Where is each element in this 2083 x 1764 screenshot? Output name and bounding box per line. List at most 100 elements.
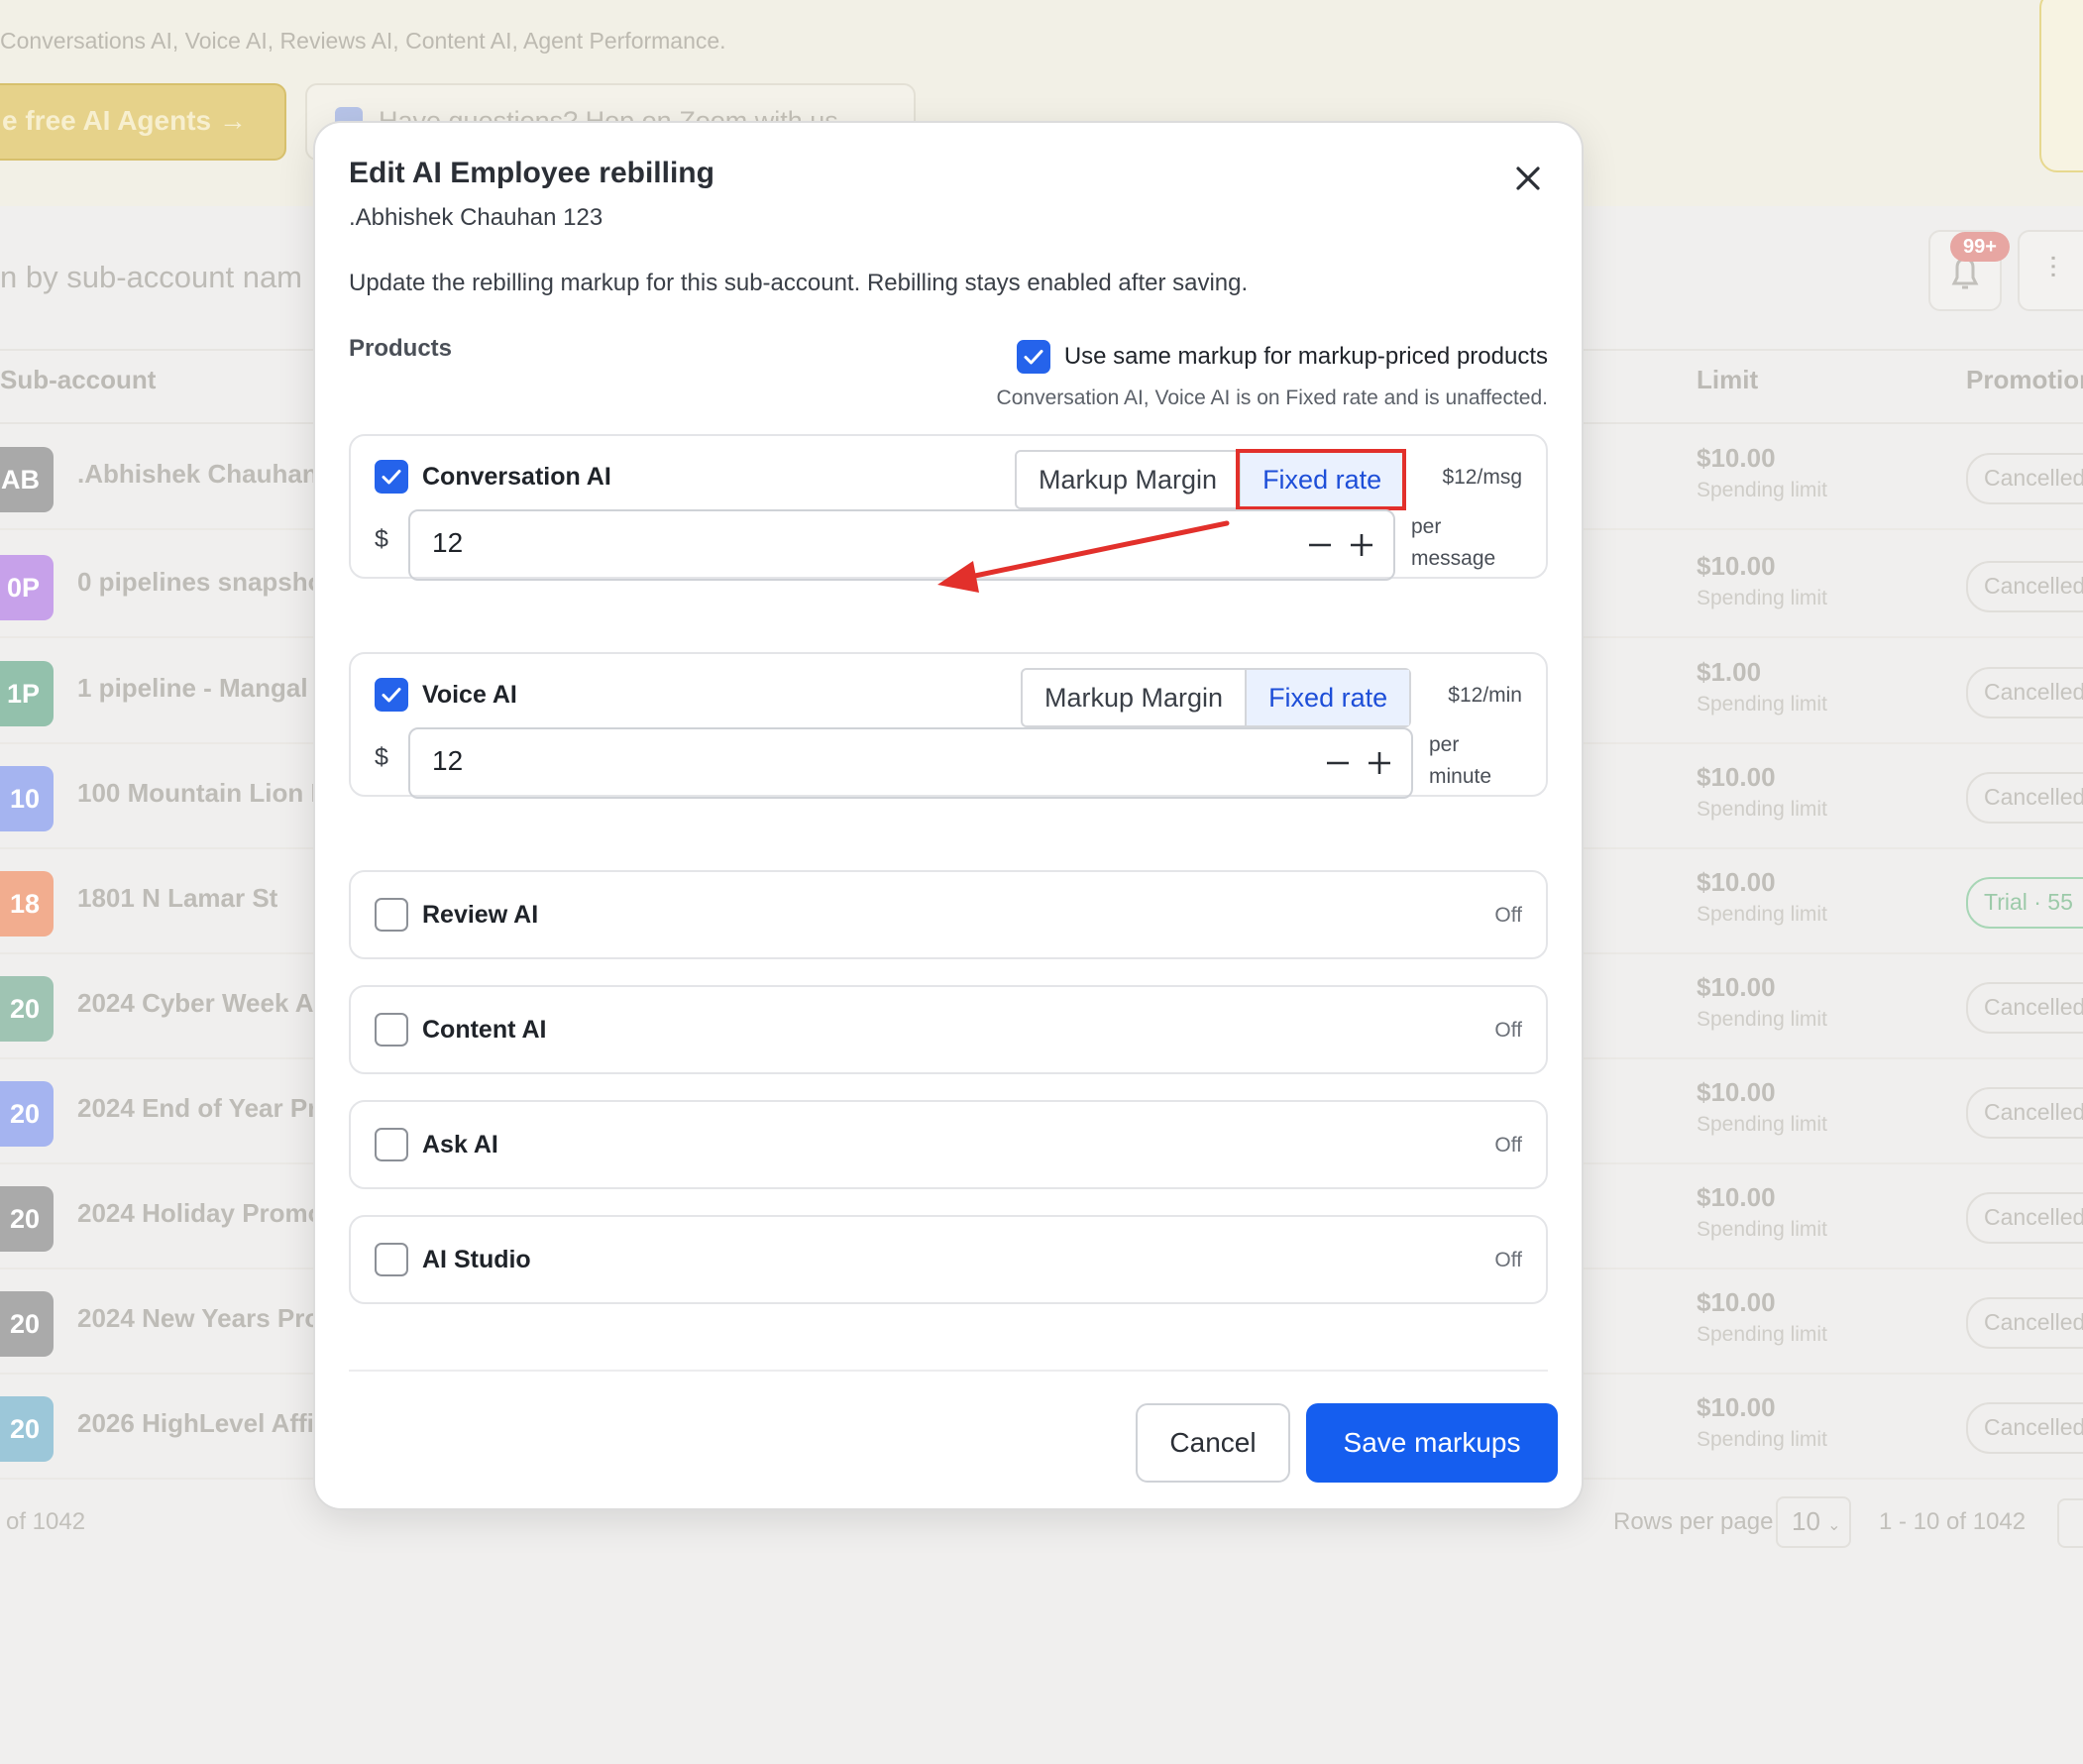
- unit-line-per: per: [1411, 515, 1442, 538]
- unit-label-conversation-ai: per message: [1411, 511, 1495, 575]
- subaccount-name[interactable]: .Abhishek Chauhan 1: [77, 459, 339, 490]
- modal-title: Edit AI Employee rebilling: [349, 157, 714, 189]
- same-markup-label: Use same markup for markup-priced produc…: [1063, 343, 1548, 370]
- product-card-ai-studio: AI Studio Off: [349, 1215, 1548, 1304]
- rows-per-page-select[interactable]: 10 ⌄: [1776, 1496, 1851, 1548]
- currency-symbol: $: [375, 525, 388, 553]
- page-range: 1 - 10 of 1042: [1879, 1508, 2027, 1535]
- product-status-ai-studio: Off: [1494, 1249, 1522, 1271]
- limit-caption: Spending limit: [1697, 479, 1827, 501]
- chevron-down-icon: ⌄: [1827, 1517, 1841, 1534]
- limit-value: $10.00: [1697, 551, 1776, 581]
- limit-caption: Spending limit: [1697, 798, 1827, 821]
- table-count: of 1042: [6, 1508, 86, 1535]
- product-label-ask-ai: Ask AI: [422, 1130, 498, 1158]
- save-markups-button[interactable]: Save markups: [1306, 1403, 1558, 1483]
- mode-markup-margin[interactable]: Markup Margin: [1017, 452, 1239, 507]
- product-label-voice-ai: Voice AI: [422, 680, 517, 709]
- subaccount-name[interactable]: 2024 Cyber Week AI: [77, 988, 321, 1019]
- plus-icon[interactable]: [1346, 529, 1377, 561]
- limit-value: $10.00: [1697, 443, 1776, 473]
- avatar: 1P: [0, 661, 54, 726]
- subaccount-name[interactable]: 2024 Holiday Promo: [77, 1198, 324, 1229]
- limit-caption: Spending limit: [1697, 1008, 1827, 1031]
- subaccount-name[interactable]: 2024 End of Year Pr: [77, 1093, 317, 1124]
- product-checkbox-ask-ai[interactable]: [375, 1128, 408, 1161]
- product-checkbox-conversation-ai[interactable]: [375, 460, 408, 494]
- modal-description: Update the rebilling markup for this sub…: [349, 270, 1249, 296]
- limit-value: $10.00: [1697, 1287, 1776, 1317]
- modal-subaccount-name: .Abhishek Chauhan 123: [349, 204, 603, 231]
- search-input[interactable]: n by sub-account nam: [0, 260, 302, 295]
- notification-badge: 99+: [1950, 232, 2010, 262]
- subaccount-name[interactable]: 2026 HighLevel Affil: [77, 1408, 321, 1439]
- check-icon: [382, 688, 401, 703]
- unit-line-per: per: [1429, 733, 1460, 756]
- status-badge: Cancelled: [1966, 667, 2083, 718]
- mode-fixed-rate[interactable]: Fixed rate: [1245, 670, 1410, 725]
- check-icon: [1024, 350, 1043, 365]
- pricing-mode-toggle-voice-ai: Markup Margin Fixed rate: [1021, 668, 1412, 727]
- avatar: 20: [0, 1396, 54, 1462]
- check-icon: [382, 470, 401, 485]
- rate-note-voice-ai: $12/min: [1448, 684, 1522, 707]
- rows-per-page-label: Rows per page: [1613, 1508, 1774, 1535]
- limit-caption: Spending limit: [1697, 1323, 1827, 1346]
- product-checkbox-ai-studio[interactable]: [375, 1243, 408, 1276]
- same-markup-note: Conversation AI, Voice AI is on Fixed ra…: [996, 386, 1548, 409]
- product-status-ask-ai: Off: [1494, 1134, 1522, 1157]
- column-limit[interactable]: Limit: [1697, 365, 1758, 395]
- edit-rebilling-modal: Edit AI Employee rebilling .Abhishek Cha…: [315, 123, 1582, 1508]
- rows-per-page-value: 10: [1792, 1506, 1820, 1536]
- product-checkbox-voice-ai[interactable]: [375, 678, 408, 712]
- close-button[interactable]: [1508, 159, 1548, 198]
- subaccount-name[interactable]: 100 Mountain Lion R: [77, 778, 329, 809]
- rate-field-conversation-ai[interactable]: [408, 509, 1395, 581]
- subaccount-name[interactable]: 1 pipeline - Mangal: [77, 673, 308, 704]
- rate-input-voice-ai[interactable]: [432, 745, 928, 777]
- minus-icon[interactable]: [1304, 529, 1336, 561]
- status-badge: Cancelled: [1966, 453, 2083, 504]
- product-card-content-ai: Content AI Off: [349, 985, 1548, 1074]
- column-promotion[interactable]: Promotion: [1966, 365, 2083, 395]
- status-badge: Trial · 55: [1966, 877, 2083, 929]
- free-ai-agents-button[interactable]: e free AI Agents →: [0, 83, 286, 161]
- subaccount-name[interactable]: 1801 N Lamar St: [77, 883, 277, 914]
- limit-caption: Spending limit: [1697, 903, 1827, 926]
- pricing-mode-toggle-conversation-ai: Markup Margin Fixed rate: [1015, 449, 1407, 510]
- avatar: 10: [0, 766, 54, 831]
- avatar: 20: [0, 1291, 54, 1357]
- limit-value: $1.00: [1697, 657, 1762, 687]
- same-markup-toggle[interactable]: Use same markup for markup-priced produc…: [1016, 337, 1548, 377]
- product-status-content-ai: Off: [1494, 1019, 1522, 1042]
- status-badge: Cancelled: [1966, 1087, 2083, 1139]
- product-label-ai-studio: AI Studio: [422, 1245, 531, 1273]
- plus-icon[interactable]: [1364, 747, 1395, 779]
- mode-markup-margin[interactable]: Markup Margin: [1023, 670, 1245, 725]
- subaccount-name[interactable]: 2024 New Years Pro: [77, 1303, 320, 1334]
- status-badge: Cancelled: [1966, 982, 2083, 1034]
- status-badge: Cancelled: [1966, 1192, 2083, 1244]
- limit-caption: Spending limit: [1697, 587, 1827, 609]
- next-page-button[interactable]: [2057, 1498, 2083, 1548]
- rate-field-voice-ai[interactable]: [408, 727, 1413, 799]
- same-markup-checkbox[interactable]: [1016, 340, 1050, 374]
- product-status-review-ai: Off: [1494, 904, 1522, 927]
- cancel-button[interactable]: Cancel: [1136, 1403, 1290, 1483]
- column-subaccount[interactable]: Sub-account: [0, 365, 156, 395]
- product-card-voice-ai: Voice AI Markup Margin Fixed rate $12/mi…: [349, 652, 1548, 799]
- avatar: 0P: [0, 555, 54, 620]
- limit-value: $10.00: [1697, 1392, 1776, 1422]
- product-checkbox-content-ai[interactable]: [375, 1013, 408, 1047]
- mode-fixed-rate[interactable]: Fixed rate: [1236, 449, 1407, 510]
- avatar: 20: [0, 1081, 54, 1147]
- status-badge: Cancelled: [1966, 1297, 2083, 1349]
- product-checkbox-review-ai[interactable]: [375, 898, 408, 932]
- rate-input-conversation-ai[interactable]: [432, 527, 928, 559]
- filter-button[interactable]: ⫶: [2018, 230, 2083, 311]
- subaccount-name[interactable]: 0 pipelines snapshot: [77, 567, 332, 598]
- status-badge: Cancelled: [1966, 772, 2083, 824]
- limit-value: $10.00: [1697, 762, 1776, 792]
- minus-icon[interactable]: [1322, 747, 1354, 779]
- avatar: 20: [0, 1186, 54, 1252]
